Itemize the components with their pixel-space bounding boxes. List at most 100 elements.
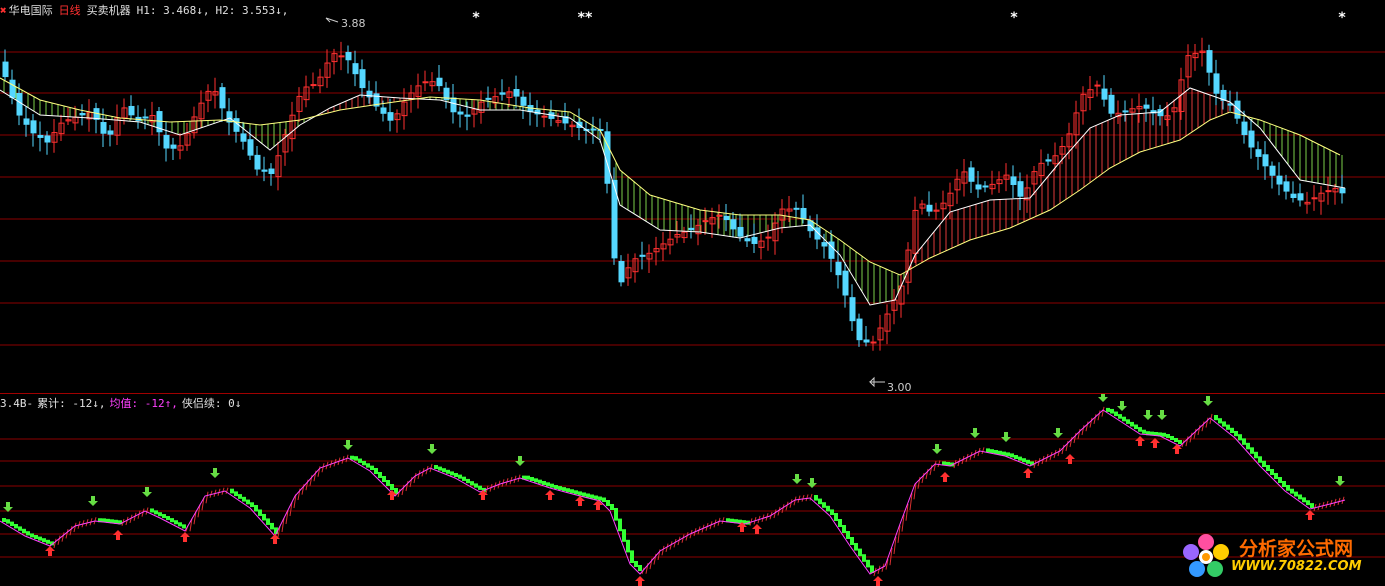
price-chart-panel[interactable]: ✖ 华电国际 日线 买卖机器 H1: 3.468↓, H2: 3.553↓, 3.88 3.…: [0, 0, 1385, 393]
buy-arrow-icon: [593, 500, 603, 510]
candle-body: [261, 169, 268, 172]
candle-body: [1213, 73, 1220, 94]
indicator-bar-down: [1294, 491, 1298, 497]
indicator-bar-down: [566, 488, 570, 493]
indicator-bar-down: [390, 484, 394, 490]
candle-body: [849, 297, 856, 322]
indicator-bar-up: [661, 545, 665, 556]
candle-body: [1017, 181, 1024, 197]
star-marker: *: [1010, 10, 1018, 26]
candle-body: [107, 130, 114, 135]
indicator-bar-down: [182, 524, 186, 529]
indicator-bar-down: [1122, 416, 1126, 422]
average-readout: 均值: -12↑,: [109, 397, 178, 410]
indicator-bar-down: [850, 537, 854, 545]
candle-body: [422, 81, 429, 84]
indicator-prefix: 3.4B-: [0, 397, 34, 410]
sell-arrow-icon: [1098, 394, 1108, 402]
indicator-bar-down: [570, 489, 574, 494]
indicator-bar-down: [834, 513, 838, 521]
indicator-bar-down: [354, 456, 358, 461]
indicator-bar-down: [1290, 488, 1294, 494]
indicator-bar-down: [1278, 477, 1282, 483]
indicator-bar-down: [474, 483, 478, 488]
candle-body: [730, 219, 737, 230]
indicator-bar-down: [34, 535, 38, 539]
candle-body: [1297, 193, 1304, 201]
indicator-bar-down: [1246, 442, 1250, 450]
candle-body: [688, 227, 695, 231]
candle-body: [737, 226, 744, 237]
buy-arrow-icon: [635, 576, 645, 586]
sell-arrow-icon: [427, 444, 437, 454]
indicator-bar-down: [1306, 500, 1310, 506]
buy-arrow-icon: [940, 472, 950, 482]
indicator-bar-down: [582, 492, 586, 497]
indicator-bar-up: [1061, 444, 1065, 455]
indicator-bar-down: [590, 494, 594, 499]
candle-body: [751, 236, 758, 244]
sell-arrow-icon: [1143, 410, 1153, 420]
indicator-bar-down: [530, 477, 534, 481]
candle-body: [744, 238, 751, 242]
indicator-bar-down: [606, 500, 610, 506]
indicator-bar-down: [1118, 414, 1122, 419]
candle-body: [16, 92, 23, 116]
indicator-bar-down: [618, 518, 622, 532]
candle-body: [590, 128, 597, 131]
indicator-bar-down: [42, 538, 46, 543]
indicator-bar-down: [1126, 419, 1130, 424]
indicator-bar-down: [250, 502, 254, 507]
indicator-bar-down: [1218, 418, 1222, 424]
close-icon[interactable]: ✖: [0, 4, 7, 17]
indicator-bar-down: [1250, 447, 1254, 454]
candle-body: [1262, 154, 1269, 167]
indicator-bar-down: [242, 496, 246, 502]
indicator-bar-down: [442, 468, 446, 473]
candle-body: [968, 167, 975, 182]
candle-body: [345, 51, 352, 61]
indicator-bar-down: [454, 473, 458, 477]
watermark-title: 分析家公式网: [1239, 538, 1354, 560]
candle-body: [247, 139, 254, 156]
indicator-bar-down: [558, 486, 562, 491]
indicator-bar-down: [814, 495, 818, 501]
period-label[interactable]: 日线: [59, 4, 81, 17]
indicator-bar-up: [805, 494, 809, 502]
candle-body: [1276, 175, 1283, 185]
indicator-bar-down: [526, 475, 530, 480]
indicator-bar-down: [14, 524, 18, 529]
candle-body: [380, 107, 387, 114]
indicator-bar-down: [538, 479, 542, 484]
sell-arrow-icon: [1203, 396, 1213, 406]
candle-body: [142, 116, 149, 119]
candle-body: [457, 111, 464, 115]
indicator-bar-down: [22, 528, 26, 534]
star-marker: *: [472, 10, 480, 26]
indicator-bar-down: [26, 531, 30, 536]
candle-body: [1269, 165, 1276, 176]
star-marker: **: [578, 10, 593, 26]
indicator-bar-up: [205, 491, 209, 504]
candle-body: [37, 134, 44, 138]
indicator-bar-down: [378, 472, 382, 478]
indicator-bar-up: [73, 522, 77, 533]
indicator-bar-down: [818, 498, 822, 505]
candle-body: [541, 115, 548, 118]
candle-body: [716, 214, 723, 217]
indicator-bar-down: [586, 493, 590, 498]
indicator-bar-down: [990, 449, 994, 454]
indicator-panel[interactable]: 3.4B- 累计: -12↓, 均值: -12↑, 侠侣续: 0↓: [0, 394, 1385, 586]
indicator-bar-down: [1254, 451, 1258, 459]
candle-body: [44, 135, 51, 143]
indicator-bar-up: [53, 538, 57, 549]
indicator-bar-down: [18, 526, 22, 531]
indicator-bar-down: [994, 450, 998, 454]
candle-body: [1290, 193, 1297, 199]
indicator-average-line: [0, 409, 1346, 575]
indicator-bar-down: [234, 491, 238, 497]
candle-body: [450, 97, 457, 113]
indicator-bar-down: [1162, 432, 1166, 437]
indicator-bar-up: [321, 463, 325, 473]
indicator-bar-down: [842, 525, 846, 533]
